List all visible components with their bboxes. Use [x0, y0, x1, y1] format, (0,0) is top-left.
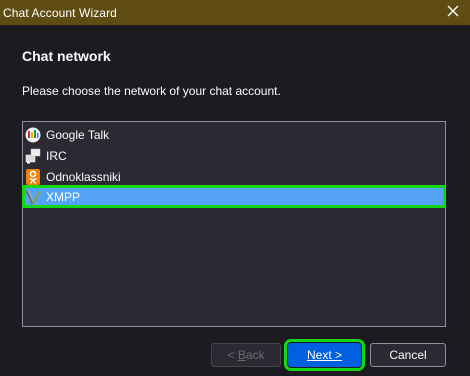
- network-item-irc[interactable]: IRC: [23, 145, 445, 166]
- title-bar: Chat Account Wizard: [0, 0, 470, 25]
- window-title: Chat Account Wizard: [3, 5, 117, 20]
- network-item-odnoklassniki[interactable]: Odnoklassniki: [23, 166, 445, 187]
- page-description: Please choose the network of your chat a…: [22, 84, 281, 98]
- network-item-label: XMPP: [46, 189, 81, 204]
- back-button-rest: ack: [245, 348, 265, 362]
- network-item-label: IRC: [46, 148, 67, 163]
- xmpp-icon: [25, 189, 41, 205]
- google-talk-icon: [25, 127, 41, 143]
- irc-icon: [25, 148, 41, 164]
- next-button-accel: N: [306, 348, 316, 362]
- back-button-prefix: <: [227, 348, 238, 362]
- cancel-button[interactable]: Cancel: [370, 343, 446, 367]
- network-item-xmpp[interactable]: XMPP: [22, 185, 446, 208]
- network-listbox[interactable]: Google Talk IRC Odnoklassniki XMPP: [22, 121, 446, 327]
- next-button-rest: ext >: [315, 348, 343, 362]
- network-item-google-talk[interactable]: Google Talk: [23, 124, 445, 145]
- odnoklassniki-icon: [25, 168, 41, 185]
- network-item-label: Google Talk: [46, 127, 110, 142]
- back-button[interactable]: < Back: [211, 343, 281, 367]
- close-icon[interactable]: [444, 2, 462, 20]
- back-button-accel: B: [237, 348, 246, 362]
- network-item-label: Odnoklassniki: [46, 169, 121, 184]
- page-title: Chat network: [22, 48, 111, 64]
- next-button[interactable]: Next >: [284, 339, 365, 371]
